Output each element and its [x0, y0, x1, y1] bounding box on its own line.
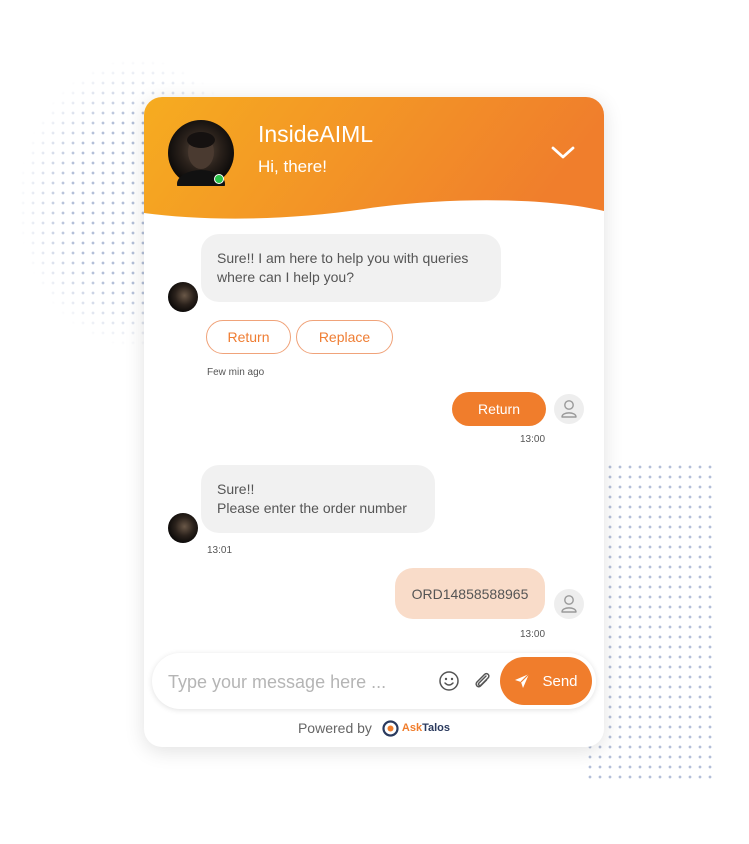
- send-button-label: Send: [542, 672, 578, 690]
- bot-avatar-small: [168, 282, 198, 312]
- asktalos-logo[interactable]: Ask Talos: [382, 719, 451, 737]
- user-message: ORD14858588965: [395, 568, 545, 619]
- bot-message: Sure!! Please enter the order number: [201, 465, 435, 533]
- send-button[interactable]: Send: [500, 657, 592, 705]
- bot-message-line: Please enter the order number: [217, 500, 407, 516]
- logo-talos-text: Talos: [422, 722, 451, 734]
- online-status-indicator: [214, 174, 224, 184]
- message-timestamp: Few min ago: [207, 367, 265, 378]
- chat-header: InsideAIML Hi, there!: [144, 97, 604, 222]
- user-message: Return: [452, 392, 546, 426]
- paper-plane-icon: [515, 673, 530, 688]
- bot-message-line: where can I help you?: [217, 269, 354, 285]
- bot-avatar-small: [168, 513, 198, 543]
- decorative-dot-pattern-right: [585, 462, 713, 784]
- message-timestamp: 13:00: [520, 629, 546, 640]
- bot-name: InsideAIML: [258, 121, 374, 147]
- message-input[interactable]: [166, 665, 430, 699]
- bot-greeting: Hi, there!: [258, 157, 327, 176]
- bot-message-line: Sure!! I am here to help you with querie…: [217, 250, 469, 266]
- logo-ask-text: Ask: [401, 722, 423, 734]
- powered-by-text: Powered by: [297, 720, 372, 736]
- powered-by-footer: Powered by Ask Talos: [144, 717, 604, 739]
- message-composer: Send: [152, 653, 596, 709]
- quick-reply-return-button[interactable]: Return: [206, 320, 291, 354]
- bot-message-line: Sure!!: [217, 481, 255, 497]
- emoji-icon[interactable]: [438, 670, 460, 697]
- asktalos-logo-icon: [382, 719, 399, 737]
- user-avatar-icon: [554, 589, 584, 619]
- bot-message: Sure!! I am here to help you with querie…: [201, 234, 501, 302]
- user-avatar-icon: [554, 394, 584, 424]
- bot-avatar: [168, 120, 234, 186]
- paperclip-icon[interactable]: [472, 670, 492, 697]
- message-timestamp: 13:00: [520, 434, 546, 445]
- message-timestamp: 13:01: [207, 545, 233, 556]
- quick-reply-replace-button[interactable]: Replace: [296, 320, 393, 354]
- collapse-chevron-icon[interactable]: [548, 143, 578, 163]
- chat-widget: InsideAIML Hi, there! Sure!! I am here t…: [144, 97, 604, 747]
